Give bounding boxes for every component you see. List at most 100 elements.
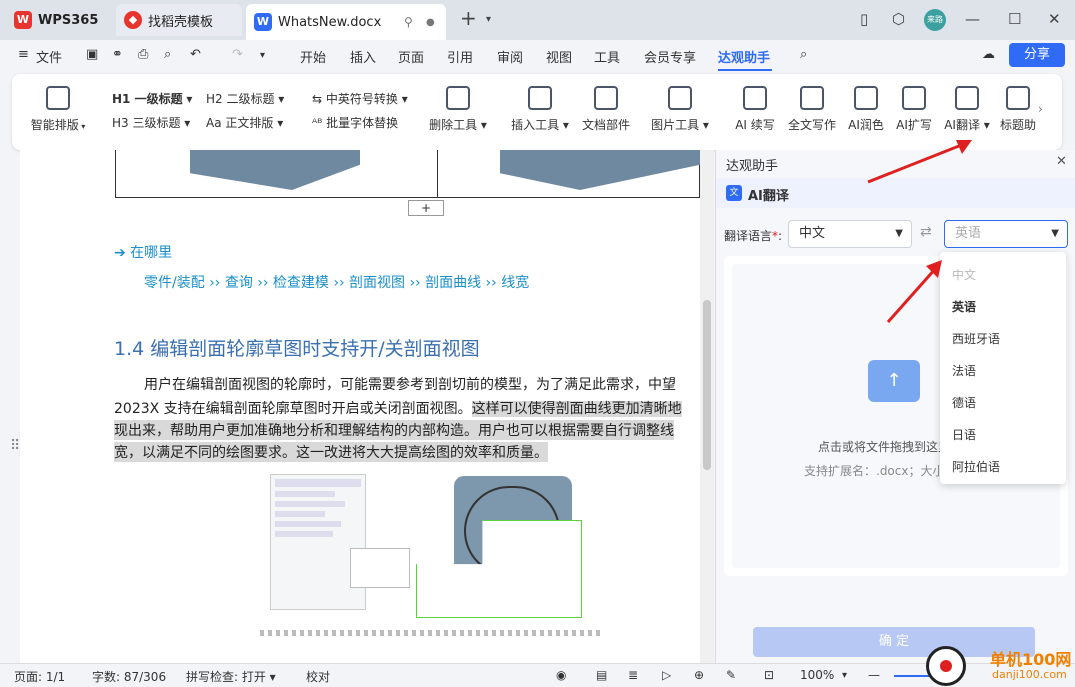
- menu-vip[interactable]: 会员专享: [644, 47, 696, 66]
- option-japanese[interactable]: 日语: [952, 426, 976, 443]
- source-language-select[interactable]: 中文 ▼: [788, 220, 912, 248]
- h2-button[interactable]: H2 二级标题 ▾: [206, 90, 284, 107]
- where-heading: ➔ 在哪里: [114, 245, 173, 261]
- panel-title: 达观助手: [726, 159, 779, 174]
- undo-icon[interactable]: ↶: [190, 47, 201, 62]
- ai-polish-button[interactable]: AI润色: [844, 86, 888, 133]
- more-chevron-icon[interactable]: ▾: [260, 50, 265, 61]
- menu-view[interactable]: 视图: [546, 47, 572, 66]
- unsaved-dot-icon: ●: [426, 16, 435, 28]
- ai-expand-button[interactable]: AI扩写: [892, 86, 936, 133]
- fit-page-icon[interactable]: ⊡: [764, 668, 774, 682]
- web-view-icon[interactable]: ⊕: [694, 668, 704, 682]
- option-french[interactable]: 法语: [952, 362, 976, 379]
- print-icon[interactable]: ⎙: [138, 47, 148, 62]
- active-menu-indicator: [718, 69, 772, 71]
- h3-button[interactable]: H3 三级标题 ▾: [112, 114, 190, 131]
- ai-translate-button[interactable]: AI翻译 ▾: [940, 86, 994, 133]
- image-tool-button[interactable]: 图片工具 ▾: [648, 86, 712, 133]
- tab-templates[interactable]: ◆ 找稻壳模板: [116, 4, 242, 36]
- maximize-icon[interactable]: ☐: [1008, 10, 1021, 28]
- cn-en-convert-button[interactable]: ⇆ 中英符号转换 ▾: [312, 90, 408, 107]
- eye-icon[interactable]: ◉: [556, 668, 566, 682]
- pin-icon[interactable]: ⚲: [404, 15, 413, 29]
- title-bar: W WPS365 ◆ 找稻壳模板 W WhatsNew.docx ⚲ ● + ▾…: [0, 0, 1075, 40]
- tab-list-chevron-icon[interactable]: ▾: [486, 14, 491, 25]
- share-link-icon[interactable]: ⚭: [112, 47, 123, 62]
- close-icon[interactable]: ✕: [1048, 10, 1061, 28]
- share-button[interactable]: 分享: [1009, 43, 1065, 67]
- ai-pen-icon: [743, 86, 767, 110]
- menu-reference[interactable]: 引用: [447, 47, 473, 66]
- cloud-icon[interactable]: ☁: [982, 47, 995, 62]
- menu-file[interactable]: 文件: [36, 47, 62, 66]
- required-mark: *: [772, 229, 779, 243]
- image-icon: [668, 86, 692, 110]
- drag-handle-icon[interactable]: ⠿: [10, 438, 20, 454]
- menu-home[interactable]: 开始: [300, 47, 326, 66]
- zoom-chevron-icon[interactable]: ▾: [842, 670, 847, 681]
- save-icon[interactable]: ▣: [86, 47, 98, 62]
- menu-daguan-assistant[interactable]: 达观助手: [718, 47, 770, 66]
- document-scrollbar-thumb[interactable]: [703, 300, 711, 470]
- play-icon[interactable]: ▷: [662, 668, 671, 682]
- page-indicator[interactable]: 页面: 1/1: [14, 668, 65, 685]
- option-spanish[interactable]: 西班牙语: [952, 330, 1000, 347]
- cube-icon[interactable]: ⬡: [892, 10, 905, 28]
- menu-page[interactable]: 页面: [398, 47, 424, 66]
- add-row-button[interactable]: +: [408, 200, 444, 216]
- redo-icon[interactable]: ↷: [232, 47, 243, 62]
- new-tab-icon[interactable]: +: [460, 6, 477, 30]
- minimize-icon[interactable]: —: [965, 10, 980, 28]
- delete-tool-button[interactable]: 删除工具 ▾: [426, 86, 490, 133]
- pen-icon[interactable]: ✎: [726, 668, 736, 682]
- word-count[interactable]: 字数: 87/306: [92, 668, 166, 685]
- title-gen-button[interactable]: 标题助: [1000, 86, 1036, 133]
- list-view-icon[interactable]: ≣: [628, 668, 638, 682]
- docer-logo-icon: ◆: [124, 11, 142, 29]
- zoom-out-icon[interactable]: —: [868, 668, 880, 682]
- option-arabic[interactable]: 阿拉伯语: [952, 458, 1000, 475]
- ribbon-scroll-right-icon[interactable]: ›: [1038, 102, 1043, 116]
- body-layout-button[interactable]: Aa 正文排版 ▾: [206, 114, 283, 131]
- h1-button[interactable]: H1 一级标题 ▾: [112, 90, 192, 107]
- menu-bar: ≡ 文件 ▣ ⚭ ⎙ ⌕ ↶ ↷ ▾ 开始 插入 页面 引用 审阅 视图 工具 …: [0, 40, 1075, 72]
- word-doc-icon: W: [254, 13, 272, 31]
- search-icon[interactable]: ⌕: [800, 47, 807, 62]
- zoom-level[interactable]: 100%: [800, 668, 834, 682]
- document-page[interactable]: + ➔ 在哪里 零件/装配 ›› 查询 ›› 检查建模 ›› 剖面视图 ›› 剖…: [20, 150, 700, 663]
- menu-tools[interactable]: 工具: [594, 47, 620, 66]
- smart-layout-button[interactable]: 智能排版 ▾: [26, 86, 90, 133]
- spell-check[interactable]: 拼写检查: 打开 ▾: [186, 668, 276, 685]
- window-layout-icon[interactable]: ▯: [860, 10, 868, 28]
- h2-label: H2 二级标题: [206, 92, 275, 106]
- insert-tool-button[interactable]: 插入工具 ▾: [508, 86, 572, 133]
- page-view-icon[interactable]: ▤: [596, 668, 607, 682]
- document-layout-icon: [46, 86, 70, 110]
- parts-icon: [594, 86, 618, 110]
- menu-insert[interactable]: 插入: [350, 47, 376, 66]
- full-write-icon: [800, 86, 824, 110]
- title-gen-label: 标题助: [1000, 118, 1036, 132]
- menu-review[interactable]: 审阅: [497, 47, 523, 66]
- full-write-button[interactable]: 全文写作: [786, 86, 838, 133]
- tab-label: WPS365: [38, 12, 99, 28]
- panel-close-icon[interactable]: ✕: [1056, 154, 1067, 169]
- hamburger-icon[interactable]: ≡: [18, 47, 29, 62]
- option-german[interactable]: 德语: [952, 394, 976, 411]
- batch-font-button[interactable]: ᴬᴮ 批量字体替换: [312, 114, 398, 131]
- target-language-select[interactable]: 英语 ▼: [944, 220, 1068, 248]
- tab-label: WhatsNew.docx: [278, 14, 382, 30]
- avatar[interactable]: 来路: [924, 9, 946, 31]
- proofread[interactable]: 校对: [306, 668, 330, 685]
- doc-parts-button[interactable]: 文档部件: [578, 86, 634, 133]
- cn-en-label: 中英符号转换: [325, 92, 398, 106]
- watermark-url: danji100.com: [992, 668, 1067, 681]
- tab-wps365[interactable]: W WPS365: [6, 4, 110, 36]
- print-preview-icon[interactable]: ⌕: [164, 47, 171, 62]
- swap-languages-icon[interactable]: ⇄: [920, 224, 932, 240]
- tab-document[interactable]: W WhatsNew.docx ⚲ ●: [246, 4, 446, 40]
- table-divider: [437, 150, 438, 198]
- image-tool-label: 图片工具: [651, 118, 700, 132]
- ai-continue-button[interactable]: AI 续写: [730, 86, 780, 133]
